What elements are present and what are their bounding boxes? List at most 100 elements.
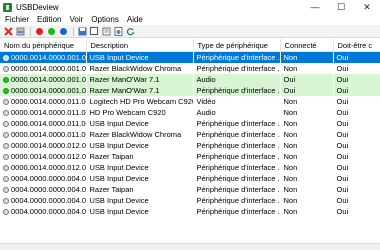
device-name-cell: 0000.0014.0000.011.00... [0, 118, 86, 129]
title-bar: USBDeview — ☐ ✕ [0, 0, 380, 14]
connected-cell: Non [280, 51, 333, 63]
device-type-cell: Périphérique d'interface ... [196, 196, 280, 205]
table-row[interactable]: 0000.0014.0000.011.00...Razer BlackWidow… [0, 129, 380, 140]
column-header-connected[interactable]: Connecté [280, 39, 334, 52]
device-name: 0004.0000.0000.004.00... [11, 207, 86, 216]
connected-status-icon [3, 77, 9, 83]
table-header: Nom du périphérique Description Type de … [0, 39, 380, 52]
device-name-cell: 0000.0014.0000.012.00... [0, 151, 86, 162]
connected-cell: Oui [280, 74, 333, 85]
refresh-icon[interactable] [125, 26, 135, 36]
device-name: 0004.0000.0000.004.00... [11, 196, 86, 205]
window-title: USBDeview [16, 2, 59, 12]
device-description-cell: USB Input Device [89, 196, 149, 205]
device-name-cell: 0000.0014.0000.011.00... [0, 96, 86, 107]
connected-cell: Non [283, 196, 298, 205]
connected-cell: Non [283, 141, 298, 150]
table-row[interactable]: 0000.0014.0000.001.00...Razer ManO'War 7… [0, 74, 380, 85]
device-list[interactable]: Nom du périphérique Description Type de … [0, 39, 380, 243]
menu-edition[interactable]: Edition [37, 15, 61, 24]
minimize-button[interactable]: — [302, 0, 328, 14]
connected-cell: Non [283, 108, 298, 117]
device-name: 0000.0014.0000.012.00... [11, 141, 86, 150]
table-row[interactable]: 0000.0014.0000.001.00...USB Input Device… [0, 51, 380, 63]
menu-aide[interactable]: Aide [127, 15, 143, 24]
menu-fichier[interactable]: Fichier [5, 15, 29, 24]
copy-icon[interactable] [89, 26, 99, 36]
device-type-cell: Périphérique d'interface ... [196, 163, 280, 172]
safe-remove-cell: Oui [336, 174, 349, 183]
table-row[interactable]: 0004.0000.0000.004.00...Razer Taipan Péri… [0, 184, 380, 195]
safe-remove-cell: Oui [336, 130, 349, 139]
safe-remove-cell: Oui [336, 97, 349, 106]
table-row[interactable]: 0000.0014.0000.011.00...HD Pro Webcam C9… [0, 107, 380, 118]
table-row[interactable]: 0004.0000.0000.004.00...USB Input Device… [0, 206, 380, 217]
safe-remove-cell: Oui [336, 163, 349, 172]
device-name: 0000.0014.0000.001.00... [11, 53, 86, 62]
table-row[interactable]: 0004.0000.0000.004.00...USB Input Device… [0, 173, 380, 184]
uninstall-icon[interactable] [15, 26, 25, 36]
save-icon[interactable] [77, 26, 87, 36]
connected-cell: Non [283, 64, 298, 73]
table-row[interactable]: 0000.0014.0000.001.00...Razer BlackWidow… [0, 63, 380, 74]
device-description-cell: Razer Taipan [89, 152, 134, 161]
device-description-cell: Razer ManO'War 7.1 [86, 74, 193, 85]
disconnected-status-icon [3, 154, 9, 160]
device-type-cell: Audio [193, 74, 280, 85]
safe-remove-cell: Oui [333, 74, 380, 85]
device-name: 0000.0014.0000.012.00... [11, 152, 86, 161]
table-row[interactable]: 0000.0014.0000.012.00...USB Input Device… [0, 162, 380, 173]
maximize-button[interactable]: ☐ [328, 0, 354, 14]
column-header-safe-remove[interactable]: Doit-être c [333, 39, 380, 52]
toolbar [0, 25, 380, 38]
connected-cell: Non [283, 207, 298, 216]
device-type-cell: Audio [196, 108, 216, 117]
device-description-cell: USB Input Device [89, 207, 149, 216]
device-name-cell: 0000.0014.0000.001.00... [0, 63, 86, 74]
device-type-cell: Périphérique d'interface ... [196, 119, 280, 128]
properties-icon[interactable] [101, 26, 111, 36]
table-row[interactable]: 0000.0014.0000.011.00...USB Input Device… [0, 118, 380, 129]
device-description-cell: HD Pro Webcam C920 [89, 108, 166, 117]
device-name-cell: 0000.0014.0000.001.00... [0, 51, 86, 63]
device-name-cell: 0004.0000.0000.004.00... [0, 173, 86, 184]
device-description-cell: Razer BlackWidow Chroma [89, 130, 182, 139]
device-name: 0004.0000.0000.004.00... [11, 174, 86, 183]
toolbar-separator [30, 26, 31, 36]
device-description-cell: USB Input Device [89, 141, 149, 150]
blue-dot-icon[interactable] [58, 26, 68, 36]
disconnected-status-icon [3, 143, 9, 149]
disconnected-status-icon [3, 99, 9, 105]
menu-voir[interactable]: Voir [69, 15, 83, 24]
table-row[interactable]: 0000.0014.0000.012.00...USB Input Device… [0, 140, 380, 151]
disconnected-status-icon [3, 121, 9, 127]
device-name-cell: 0000.0014.0000.011.00... [0, 107, 86, 118]
device-name: 0000.0014.0000.011.00... [11, 97, 86, 106]
connected-cell: Oui [280, 85, 333, 96]
device-name: 0000.0014.0000.012.00... [11, 163, 86, 172]
safe-remove-cell: Oui [336, 185, 349, 194]
column-header-name[interactable]: Nom du périphérique [0, 39, 87, 52]
column-header-description[interactable]: Description [86, 39, 194, 52]
table-row[interactable]: 0000.0014.0000.001.00...Razer ManO'War 7… [0, 85, 380, 96]
column-header-type[interactable]: Type de périphérique [193, 39, 281, 52]
close-red-x-icon[interactable] [3, 26, 13, 36]
connected-cell: Non [283, 152, 298, 161]
device-name-cell: 0000.0014.0000.001.00... [0, 85, 86, 96]
html-report-icon[interactable] [113, 26, 123, 36]
table-row[interactable]: 0000.0014.0000.011.00...Logitech HD Pro … [0, 96, 380, 107]
device-name-cell: 0000.0014.0000.012.00... [0, 140, 86, 151]
table-row[interactable]: 0000.0014.0000.012.00...Razer Taipan Péri… [0, 151, 380, 162]
green-dot-icon[interactable] [46, 26, 56, 36]
table-row[interactable]: 0004.0000.0000.004.00...USB Input Device… [0, 195, 380, 206]
menu-options[interactable]: Options [91, 15, 119, 24]
device-name: 0000.0014.0000.001.00... [11, 75, 86, 84]
device-name: 0000.0014.0000.011.00... [11, 130, 86, 139]
safe-remove-cell: Oui [333, 85, 380, 96]
safe-remove-cell: Oui [336, 64, 349, 73]
close-button[interactable]: ✕ [354, 0, 380, 14]
red-dot-icon[interactable] [34, 26, 44, 36]
device-description-cell: USB Input Device [89, 174, 149, 183]
device-type-cell: Périphérique d'interface ... [196, 185, 280, 194]
device-name: 0004.0000.0000.004.00... [11, 185, 86, 194]
